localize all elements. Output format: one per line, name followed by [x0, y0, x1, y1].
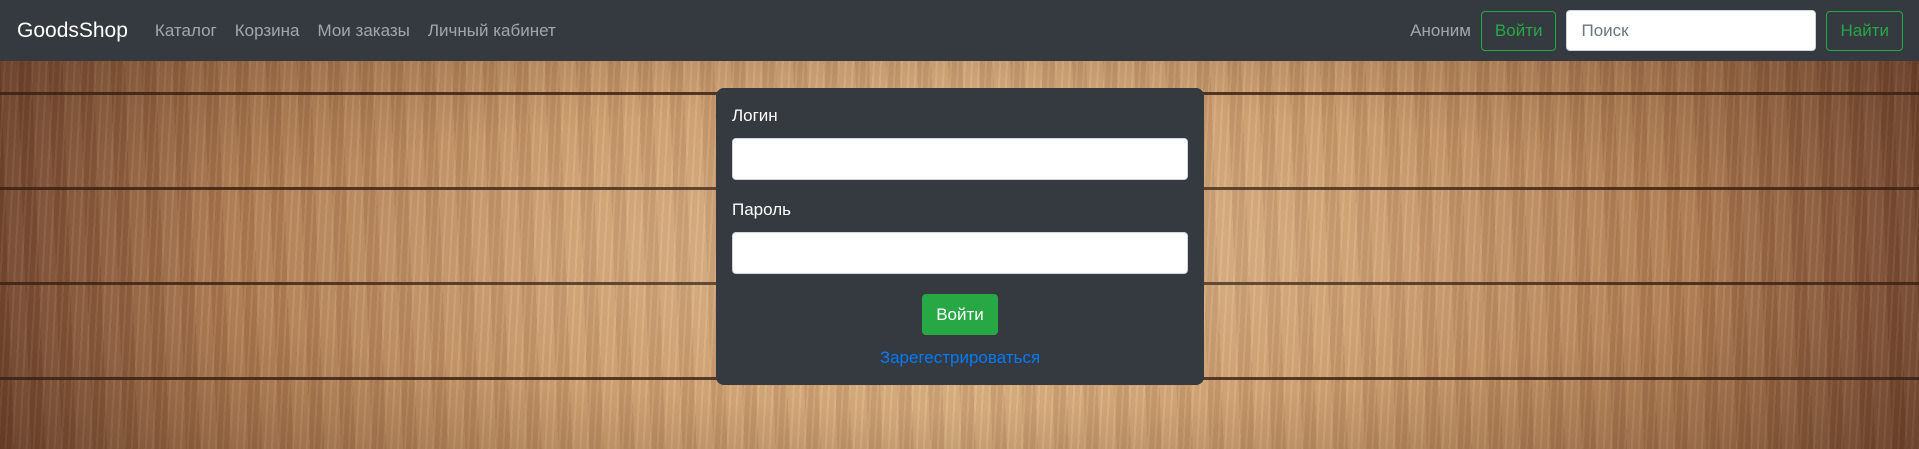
register-link[interactable]: Зарегестрироваться	[732, 348, 1188, 368]
password-label: Пароль	[732, 200, 791, 219]
password-input[interactable]	[732, 232, 1188, 274]
login-input[interactable]	[732, 138, 1188, 180]
brand-logo[interactable]: GoodsShop	[17, 19, 128, 43]
top-navbar: GoodsShop Каталог Корзина Мои заказы Лич…	[0, 0, 1919, 61]
nav-item-personal-account[interactable]: Личный кабинет	[428, 21, 556, 41]
search-input[interactable]	[1566, 10, 1817, 51]
current-user-name: Аноним	[1410, 20, 1471, 40]
header-login-button[interactable]: Войти	[1480, 10, 1557, 51]
login-card: Логин Пароль Войти Зарегестрироваться	[716, 88, 1204, 385]
nav-item-my-orders[interactable]: Мои заказы	[318, 21, 410, 41]
nav-links: Каталог Корзина Мои заказы Личный кабине…	[155, 21, 574, 41]
nav-right-group: Аноним Войти Найти	[1410, 10, 1903, 51]
nav-item-cart[interactable]: Корзина	[235, 21, 300, 41]
login-label: Логин	[732, 106, 778, 125]
nav-item-catalog[interactable]: Каталог	[155, 21, 217, 41]
login-submit-button[interactable]: Войти	[922, 294, 998, 335]
search-button[interactable]: Найти	[1826, 10, 1903, 51]
